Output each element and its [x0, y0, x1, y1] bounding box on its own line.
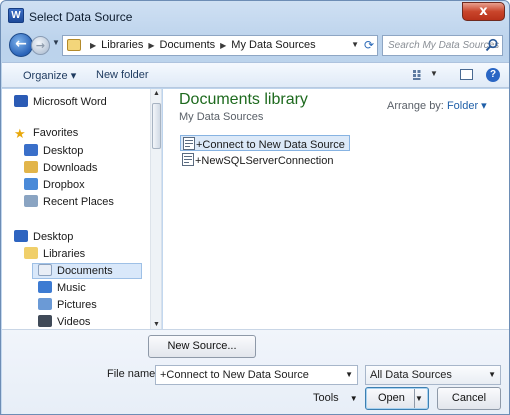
dialog-title: Select Data Source: [29, 10, 133, 24]
sidebar-item-desktop[interactable]: Desktop: [24, 144, 83, 160]
new-source-button[interactable]: New Source...: [148, 335, 256, 358]
help-icon[interactable]: ?: [486, 68, 500, 82]
navigation-pane: Microsoft Word ★ Favorites Desktop Downlo…: [2, 89, 162, 329]
sidebar-item-label: Documents: [57, 265, 113, 277]
documents-icon: [38, 264, 52, 276]
data-source-file-icon: [183, 137, 195, 150]
word-icon: [14, 95, 28, 107]
preview-pane-icon[interactable]: [460, 69, 473, 80]
sidebar-item-label: Desktop: [33, 231, 74, 243]
recent-places-icon: [24, 195, 38, 207]
pictures-icon: [38, 298, 52, 310]
scroll-down-icon[interactable]: ▼: [153, 321, 160, 328]
breadcrumb-my-data-sources[interactable]: My Data Sources: [231, 39, 315, 51]
recent-pages-dropdown-icon[interactable]: ▼: [52, 38, 60, 47]
sidebar-item-documents[interactable]: Documents: [32, 263, 142, 279]
open-button[interactable]: Open ▼: [365, 387, 429, 410]
select-data-source-dialog: W Select Data Source x ← → ▼ ▶ Libraries ▶…: [0, 0, 510, 415]
library-subtitle: My Data Sources: [179, 111, 264, 123]
music-icon: [38, 281, 52, 293]
sidebar-item-libraries[interactable]: Libraries: [24, 247, 85, 263]
file-name: +Connect to New Data Source: [196, 139, 345, 151]
file-item[interactable]: +NewSQLServerConnection: [180, 152, 338, 168]
tools-dropdown-icon[interactable]: ▼: [350, 394, 358, 403]
file-list-pane: Documents library My Data Sources Arrang…: [163, 89, 509, 329]
desktop-icon: [24, 144, 38, 156]
breadcrumb-separator-icon[interactable]: ▶: [90, 41, 96, 50]
arrange-by: Arrange by: Folder ▾: [387, 99, 487, 112]
file-name: +NewSQLServerConnection: [195, 155, 334, 167]
back-button[interactable]: ←: [9, 33, 33, 57]
sidebar-item-dropbox[interactable]: Dropbox: [24, 178, 85, 194]
file-name-value[interactable]: +Connect to New Data Source: [160, 369, 309, 381]
file-type-value[interactable]: All Data Sources: [370, 369, 452, 381]
downloads-icon: [24, 161, 38, 173]
breadcrumb-separator-icon[interactable]: ▶: [148, 41, 154, 50]
sidebar-item-microsoft-word[interactable]: Microsoft Word: [14, 95, 107, 111]
sidebar-item-recent-places[interactable]: Recent Places: [24, 195, 114, 211]
libraries-icon: [67, 39, 81, 51]
address-bar[interactable]: ▶ Libraries ▶ Documents ▶ My Data Sources ▼ ⟳: [62, 35, 378, 56]
file-name-field[interactable]: +Connect to New Data Source ▼: [155, 365, 358, 385]
navigation-scrollbar[interactable]: ▲ ▼: [150, 89, 161, 329]
file-item[interactable]: +Connect to New Data Source: [180, 135, 350, 151]
sidebar-item-label: Libraries: [43, 248, 86, 260]
new-folder-button[interactable]: New folder: [96, 69, 149, 81]
title-bar: W Select Data Source x: [1, 1, 509, 31]
open-dropdown-icon[interactable]: ▼: [414, 389, 427, 408]
tools-label[interactable]: Tools: [313, 392, 339, 404]
dropbox-icon: [24, 178, 38, 190]
navigation-bar: ← → ▼ ▶ Libraries ▶ Documents ▶ My Data Sourc…: [7, 33, 503, 59]
sidebar-item-desktop-root[interactable]: Desktop: [14, 230, 73, 246]
file-type-select[interactable]: All Data Sources ▼: [365, 365, 501, 385]
refresh-icon[interactable]: ⟳: [364, 38, 374, 52]
sidebar-item-label: Pictures: [57, 299, 97, 311]
tools-menu[interactable]: Tools ▼: [313, 392, 358, 404]
organize-menu[interactable]: Organize ▾: [23, 69, 76, 82]
sidebar-item-label: Dropbox: [43, 179, 85, 191]
scrollbar-thumb[interactable]: [152, 103, 161, 149]
library-title: Documents library: [179, 91, 308, 108]
command-bar: Organize ▾ New folder ▼ ?: [2, 62, 509, 88]
sidebar-item-label: Favorites: [33, 127, 79, 139]
sidebar-item-downloads[interactable]: Downloads: [24, 161, 97, 177]
sidebar-item-label: Recent Places: [43, 196, 114, 208]
search-icon[interactable]: [485, 38, 499, 52]
arrange-by-dropdown[interactable]: Folder ▾: [447, 100, 487, 112]
breadcrumb: ▶ Libraries ▶ Documents ▶ My Data Sources: [85, 39, 316, 51]
data-source-file-icon: [182, 153, 194, 166]
sidebar-item-label: Videos: [57, 316, 91, 328]
sidebar-item-videos[interactable]: Videos: [38, 315, 90, 329]
file-type-dropdown-icon[interactable]: ▼: [488, 370, 496, 379]
search-box[interactable]: Search My Data Sources: [382, 35, 503, 56]
sidebar-item-pictures[interactable]: Pictures: [38, 298, 97, 314]
forward-button[interactable]: →: [31, 36, 50, 55]
scroll-up-icon[interactable]: ▲: [153, 90, 160, 97]
sidebar-item-label: Downloads: [43, 162, 98, 174]
desktop-icon: [14, 230, 28, 242]
word-app-icon: W: [8, 8, 24, 23]
sidebar-item-favorites[interactable]: ★ Favorites: [14, 127, 78, 143]
libraries-icon: [24, 247, 38, 259]
sidebar-item-music[interactable]: Music: [38, 281, 86, 297]
search-input[interactable]: Search My Data Sources: [388, 40, 499, 51]
file-name-label: File name:: [107, 368, 159, 380]
sidebar-item-label: Microsoft Word: [33, 96, 107, 108]
breadcrumb-separator-icon[interactable]: ▶: [220, 41, 226, 50]
breadcrumb-libraries[interactable]: Libraries: [101, 39, 143, 51]
star-icon: ★: [14, 126, 26, 141]
sidebar-item-label: Desktop: [43, 145, 84, 157]
change-view-icon[interactable]: [413, 70, 425, 80]
view-dropdown-icon[interactable]: ▼: [430, 69, 438, 78]
address-dropdown-icon[interactable]: ▼: [351, 40, 359, 49]
breadcrumb-documents[interactable]: Documents: [160, 39, 216, 51]
videos-icon: [38, 315, 52, 327]
sidebar-item-label: Music: [57, 282, 86, 294]
open-label[interactable]: Open: [378, 392, 405, 404]
cancel-button[interactable]: Cancel: [437, 387, 501, 410]
file-name-dropdown-icon[interactable]: ▼: [345, 370, 353, 379]
arrange-by-label: Arrange by:: [387, 100, 444, 112]
close-button[interactable]: x: [462, 2, 505, 21]
dialog-footer: New Source... File name: +Connect to New…: [2, 329, 509, 414]
